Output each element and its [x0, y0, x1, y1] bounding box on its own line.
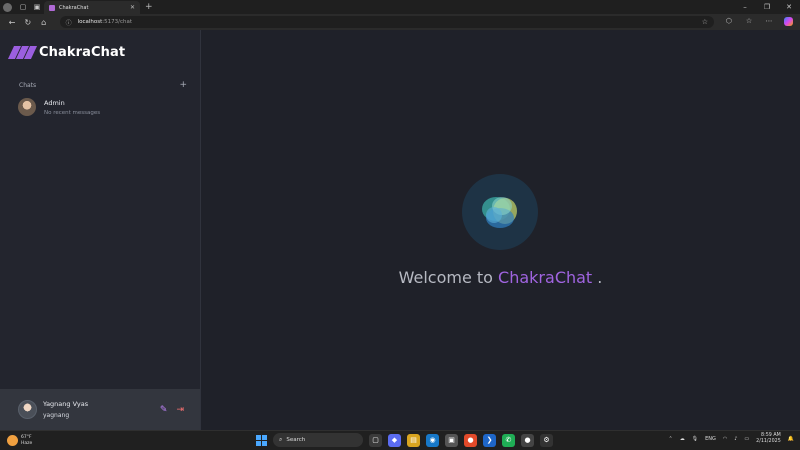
system-tray: ⌃ ☁ 🎙 ENG ◠ ♪ ▭ 8:59 AM 2/11/2025 🔔 [669, 433, 795, 445]
file-explorer-icon[interactable]: ▤ [407, 433, 420, 447]
store-icon[interactable]: ▣ [445, 433, 458, 447]
search-icon: ⌕ [279, 436, 283, 443]
microphone-icon[interactable]: 🎙 [692, 436, 698, 442]
more-menu-icon[interactable]: ⋯ [762, 17, 776, 28]
brand-logo: ChakraChat [7, 45, 126, 60]
chats-label: Chats [19, 81, 37, 89]
chat-item-preview: No recent messages [44, 109, 101, 116]
logout-icon[interactable]: ⇥ [176, 405, 184, 415]
volume-icon[interactable]: ♪ [734, 436, 737, 442]
avatar [18, 98, 36, 116]
wifi-icon[interactable]: ◠ [723, 436, 727, 442]
profile-actions: ✎ ⇥ [160, 405, 184, 415]
new-chat-button[interactable]: + [179, 80, 187, 90]
browser-tab-strip: ▢ ▣ ChakraChat ✕ + – ❐ ✕ [0, 0, 800, 14]
orb-graphic [482, 197, 517, 228]
user-profile-text: Yagnang Vyas yagnang [43, 400, 88, 419]
vscode-icon[interactable]: ❯ [483, 433, 496, 447]
onedrive-icon[interactable]: ☁ [680, 436, 685, 442]
minimize-icon[interactable]: – [734, 3, 756, 11]
favorites-icon[interactable]: ☆ [742, 17, 756, 28]
user-display-name: Yagnang Vyas [43, 400, 89, 408]
site-info-icon[interactable]: ⓘ [66, 18, 72, 27]
whatsapp-icon[interactable]: ✆ [502, 433, 515, 447]
user-profile-bar: Yagnang Vyas yagnang ✎ ⇥ [0, 389, 200, 430]
notifications-icon[interactable]: 🔔 [788, 436, 794, 442]
taskbar-apps: ⌕ Search ▢ ◆ ▤ ◉ ▣ ● ❯ ✆ ● ⚙ [256, 433, 553, 447]
chats-header: Chats + [19, 80, 187, 90]
start-icon[interactable] [256, 434, 267, 446]
welcome-orb-icon [462, 174, 538, 250]
welcome-message: Welcome to ChakraChat . [201, 268, 800, 287]
window-controls: – ❐ ✕ [734, 3, 800, 11]
chrome-icon[interactable]: ● [464, 433, 477, 447]
edit-profile-icon[interactable]: ✎ [160, 405, 168, 415]
chat-item-text: Admin No recent messages [44, 99, 100, 116]
welcome-brand: ChakraChat [498, 268, 593, 287]
os-taskbar: 67°F Haze ⌕ Search ▢ ◆ ▤ ◉ ▣ ● ❯ ✆ ● ⚙ ⌃… [0, 430, 800, 450]
tab-title: ChakraChat [59, 4, 89, 11]
weather-icon [7, 435, 18, 446]
restore-icon[interactable]: ❐ [756, 3, 778, 11]
clock-date: 2/11/2025 [756, 439, 781, 444]
home-icon[interactable]: ⌂ [36, 18, 52, 27]
battery-icon[interactable]: ▭ [744, 436, 749, 442]
browser-extensions: ⬡ ☆ ⋯ [722, 16, 796, 28]
url-host: localhost [77, 19, 103, 25]
weather-cond: Haze [21, 440, 33, 446]
close-tab-icon[interactable]: ✕ [130, 4, 135, 11]
welcome-suffix: . [597, 268, 603, 287]
browser-profile-icon[interactable] [3, 2, 12, 12]
copilot-app-icon[interactable]: ◆ [388, 433, 401, 447]
chat-list-item[interactable]: Admin No recent messages [18, 96, 188, 118]
chat-app: ChakraChat Chats + Admin No recent messa… [0, 30, 800, 430]
back-icon[interactable]: ← [4, 18, 20, 27]
tab-favicon-icon [49, 4, 55, 11]
brand-name: ChakraChat [39, 45, 126, 60]
settings-icon[interactable]: ⚙ [540, 433, 553, 447]
edge-icon[interactable]: ◉ [426, 433, 439, 447]
welcome-prefix: Welcome to [398, 268, 493, 287]
tab-actions-icon[interactable]: ▣ [30, 0, 44, 14]
app-icon[interactable]: ● [521, 433, 534, 447]
close-window-icon[interactable]: ✕ [778, 3, 800, 11]
copilot-icon[interactable] [782, 16, 796, 28]
workspaces-icon[interactable]: ▢ [16, 0, 30, 14]
brand-mark-icon [7, 46, 38, 59]
sidebar: ChakraChat Chats + Admin No recent messa… [0, 30, 201, 430]
user-username: yagnang [43, 412, 70, 419]
language-indicator[interactable]: ENG [705, 436, 716, 442]
url-path: :5173/chat [102, 19, 133, 25]
extensions-icon[interactable]: ⬡ [722, 17, 736, 28]
clock[interactable]: 8:59 AM 2/11/2025 [756, 433, 781, 445]
refresh-icon[interactable]: ↻ [20, 18, 36, 27]
search-placeholder: Search [286, 437, 306, 443]
browser-tab-active[interactable]: ChakraChat ✕ [44, 1, 140, 14]
weather-widget[interactable]: 67°F Haze [7, 435, 32, 447]
address-bar[interactable]: ⓘ localhost:5173/chat ☆ [59, 16, 714, 28]
task-view-icon[interactable]: ▢ [369, 433, 382, 447]
new-tab-button[interactable]: + [145, 2, 153, 12]
browser-toolbar: ← ↻ ⌂ ⓘ localhost:5173/chat ☆ ⬡ ☆ ⋯ [0, 14, 800, 30]
weather-text: 67°F Haze [21, 435, 32, 447]
tray-overflow-icon[interactable]: ⌃ [669, 436, 673, 442]
taskbar-search[interactable]: ⌕ Search [273, 433, 363, 447]
user-avatar[interactable] [18, 400, 37, 419]
favorite-star-icon[interactable]: ☆ [702, 18, 708, 26]
chat-item-name: Admin [44, 98, 65, 107]
main-panel: Welcome to ChakraChat . [201, 30, 800, 430]
